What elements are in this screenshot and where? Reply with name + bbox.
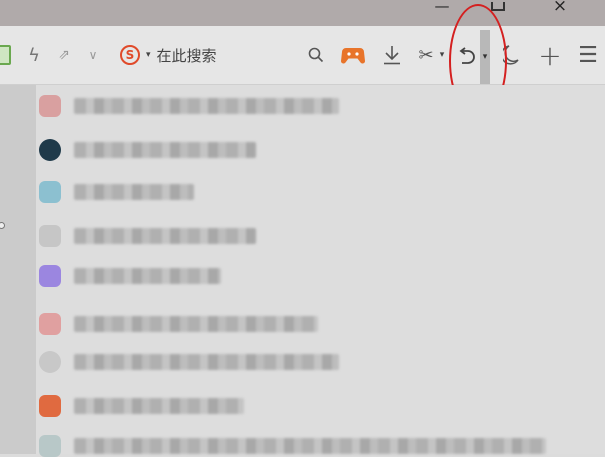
hamburger-menu-icon[interactable]: ☰	[574, 38, 602, 72]
blurred-title	[74, 142, 256, 158]
list-item[interactable]	[36, 223, 605, 247]
blurred-title	[74, 316, 318, 332]
list-item[interactable]	[36, 263, 605, 287]
list-item[interactable]	[36, 393, 605, 417]
lightning-icon[interactable]: ϟ	[26, 38, 42, 72]
book-icon[interactable]	[0, 38, 12, 72]
scissors-icon[interactable]: ✂	[415, 38, 437, 72]
site-favicon	[39, 265, 61, 287]
list-item[interactable]	[36, 137, 605, 161]
download-icon[interactable]	[380, 38, 404, 72]
minimize-icon[interactable]: —	[430, 0, 454, 20]
chevron-down-icon[interactable]: ∨	[84, 38, 102, 72]
blurred-title	[74, 184, 194, 200]
search-box[interactable]: S ▾ 在此搜索	[120, 38, 300, 72]
search-engine-logo[interactable]: S	[120, 45, 140, 65]
list-item[interactable]	[36, 311, 605, 335]
list-item[interactable]	[36, 433, 605, 457]
close-icon[interactable]: ×	[548, 0, 572, 20]
blurred-title	[74, 398, 244, 414]
browser-toolbar: ϟ ⇗ ∨ S ▾ 在此搜索 ✂ ▾ + ☰	[0, 26, 605, 85]
plus-icon[interactable]: +	[538, 38, 562, 72]
title-bar: — ×	[0, 0, 605, 26]
blurred-title	[74, 98, 339, 114]
site-favicon	[39, 139, 61, 161]
search-engine-caret[interactable]: ▾	[146, 50, 151, 60]
list-item[interactable]	[36, 349, 605, 373]
blurred-title	[74, 354, 339, 370]
site-favicon	[39, 351, 61, 373]
site-favicon	[39, 225, 61, 247]
blurred-title	[74, 438, 546, 454]
site-favicon	[39, 313, 61, 335]
site-favicon	[39, 95, 61, 117]
share-icon[interactable]: ⇗	[54, 38, 74, 72]
blurred-title	[74, 268, 221, 284]
blurred-title	[74, 228, 256, 244]
list-item[interactable]	[36, 179, 605, 203]
scissors-caret[interactable]: ▾	[437, 38, 447, 72]
site-favicon	[39, 181, 61, 203]
sidebar	[0, 85, 36, 454]
history-list-panel	[36, 85, 605, 457]
gamepad-icon[interactable]	[340, 38, 366, 72]
site-favicon	[39, 395, 61, 417]
magnifier-icon[interactable]	[305, 38, 327, 72]
search-placeholder[interactable]: 在此搜索	[157, 45, 217, 66]
list-item[interactable]	[36, 93, 605, 117]
